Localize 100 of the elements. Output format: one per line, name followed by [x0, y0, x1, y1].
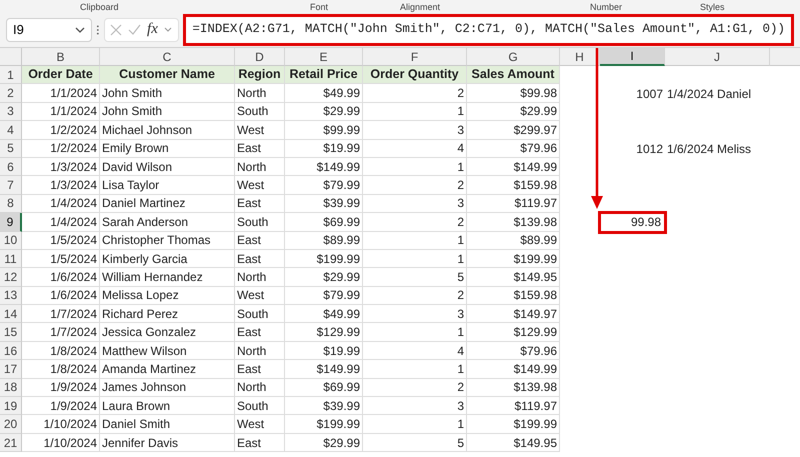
row-header[interactable]: 20	[0, 415, 22, 434]
row-header[interactable]: 19	[0, 397, 22, 416]
table-cell-text: Daniel Martinez	[102, 195, 186, 212]
table-cell-text: Daniel Smith	[102, 416, 170, 433]
table-cell-text: Jennifer Davis	[102, 434, 178, 452]
column-header[interactable]: H	[560, 48, 600, 66]
row-header[interactable]: 15	[0, 323, 22, 342]
column-header[interactable]: J	[665, 48, 770, 66]
table-cell-text: 4	[456, 140, 465, 157]
column-header[interactable]: E	[285, 48, 363, 66]
row-header[interactable]: 2	[0, 84, 22, 103]
table-cell-text: 1/2/2024	[49, 140, 98, 157]
table-cell-text: 5	[456, 269, 465, 286]
table-cell-text: Christopher Thomas	[102, 232, 210, 249]
table-cell-text: 1	[456, 324, 465, 341]
table-cell-text: $149.99	[316, 360, 361, 378]
table-cell-text: 1/10/2024	[42, 416, 98, 433]
table-cell-text: 2	[456, 177, 465, 194]
table-cell-text: West	[237, 287, 264, 304]
table-cell-text: $139.98	[512, 379, 558, 396]
row-header[interactable]: 7	[0, 176, 22, 195]
row-header[interactable]: 5	[0, 140, 22, 158]
table-cell-text: North	[237, 269, 266, 286]
row-header[interactable]: 6	[0, 158, 22, 176]
row-header[interactable]: 8	[0, 194, 22, 214]
row-header[interactable]: 17	[0, 360, 22, 379]
chevron-down-icon	[75, 26, 86, 32]
row-header[interactable]: 9	[0, 213, 22, 232]
column-header[interactable]: F	[363, 48, 467, 66]
table-cell-text: $149.99	[316, 158, 361, 176]
table-cell-text: Matthew Wilson	[102, 342, 187, 360]
table-cell-text: 1/1/2024	[49, 103, 98, 120]
column-header[interactable]: I	[600, 48, 665, 66]
table-cell-text: 1/4/2024 Daniel	[667, 86, 752, 103]
insert-function-button[interactable]: fx	[147, 18, 158, 41]
table-cell-text: $149.99	[512, 360, 558, 378]
table-cell-text: 1/5/2024	[49, 250, 98, 268]
table-cell-text: Emily Brown	[102, 140, 169, 157]
table-cell-text: 3	[456, 195, 465, 212]
table-cell-text: East	[237, 140, 262, 157]
table-cell-text: 1012	[635, 140, 664, 158]
row-header[interactable]: 13	[0, 286, 22, 306]
table-cell-text: 5	[456, 434, 465, 452]
check-icon[interactable]	[128, 24, 142, 35]
column-heading: Region	[237, 66, 282, 84]
column-header[interactable]: D	[235, 48, 285, 66]
row-header[interactable]: 4	[0, 121, 22, 140]
table-cell-text: Laura Brown	[102, 398, 170, 414]
table-cell-text: South	[237, 398, 268, 414]
table-cell-text: East	[237, 434, 262, 452]
table-cell-text: 1/7/2024	[49, 306, 98, 322]
column-header[interactable]	[770, 48, 800, 66]
table-cell-text: $49.99	[322, 306, 361, 322]
table-cell-text: $159.98	[512, 287, 558, 304]
table-cell-text: William Hernandez	[102, 269, 203, 286]
table-cell-text: 1/9/2024	[49, 398, 98, 414]
table-cell-text: 2	[456, 287, 465, 304]
column-header[interactable]: B	[22, 48, 100, 66]
row-header[interactable]: 16	[0, 342, 22, 360]
table-cell-text: West	[237, 416, 264, 433]
table-cell-text: 3	[456, 306, 465, 322]
table-cell-text: 2	[456, 85, 465, 102]
column-header[interactable]: G	[467, 48, 560, 66]
column-heading: Retail Price	[288, 66, 359, 84]
cancel-icon[interactable]	[110, 24, 122, 36]
table-cell-text: James Johnson	[102, 379, 186, 396]
select-all-corner[interactable]	[0, 48, 22, 66]
row-header[interactable]: 1	[0, 66, 22, 84]
table-cell-text: $149.95	[512, 434, 558, 452]
table-cell-text: 1/8/2024	[49, 360, 98, 378]
table-cell-text: North	[237, 379, 266, 396]
ribbon-group-label: Alignment	[400, 2, 440, 12]
table-cell-text: $79.99	[322, 287, 361, 304]
row-header[interactable]: 11	[0, 250, 22, 268]
row-header[interactable]: 3	[0, 102, 22, 122]
name-box[interactable]: I9	[6, 18, 92, 42]
table-cell-text: $19.99	[322, 140, 361, 157]
table-cell-text: 3	[456, 122, 465, 139]
ribbon-group-label: Clipboard	[80, 2, 119, 12]
drag-handle-icon[interactable]	[96, 24, 100, 36]
table-cell-text: $99.99	[322, 122, 361, 139]
row-header[interactable]: 21	[0, 434, 22, 452]
formula-bar[interactable]: =INDEX(A2:G71, MATCH("John Smith", C2:C71, 0), MATCH("Sales Amount", A1:G1, 0))	[183, 14, 794, 46]
row-header[interactable]: 18	[0, 378, 22, 398]
row-header[interactable]: 14	[0, 305, 22, 324]
chevron-down-icon[interactable]	[164, 27, 172, 32]
row-header[interactable]: 12	[0, 268, 22, 287]
row-header[interactable]: 10	[0, 232, 22, 250]
table-cell-text: $119.97	[514, 398, 558, 414]
table-cell-text: 1/2/2024	[49, 122, 98, 139]
column-header[interactable]: C	[100, 48, 235, 66]
table-cell-text: $79.99	[322, 177, 361, 194]
table-cell-text: $99.98	[519, 85, 558, 102]
table-cell-text: North	[237, 342, 266, 360]
table-cell-text: East	[237, 232, 262, 249]
table-cell-text: South	[237, 306, 268, 322]
table-cell-text: North	[237, 158, 266, 176]
table-cell-text: $139.98	[512, 214, 558, 231]
table-cell-text: $79.96	[519, 140, 558, 157]
table-cell-text: 1/4/2024	[49, 195, 98, 212]
